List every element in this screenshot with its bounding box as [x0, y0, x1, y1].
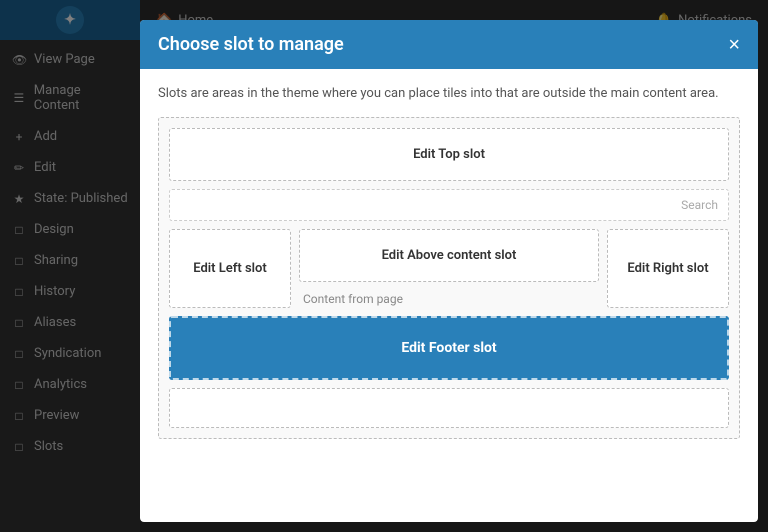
- slot-above-content[interactable]: Edit Above content slot: [299, 229, 599, 282]
- modal-body: Slots are areas in the theme where you c…: [140, 69, 758, 522]
- modal-close-button[interactable]: ×: [728, 35, 740, 55]
- slot-footer[interactable]: Edit Footer slot: [169, 316, 729, 380]
- slot-middle-row: Edit Left slot Edit Above content slot C…: [169, 229, 729, 308]
- slot-search: Search: [169, 189, 729, 221]
- slot-top[interactable]: Edit Top slot: [169, 128, 729, 181]
- slot-right[interactable]: Edit Right slot: [607, 229, 729, 308]
- modal-description: Slots are areas in the theme where you c…: [158, 85, 740, 103]
- slot-footer-row: Edit Footer slot: [169, 316, 729, 380]
- modal-header: Choose slot to manage ×: [140, 20, 758, 69]
- slot-layout: Edit Top slot Search Edit Left slot Edit…: [158, 117, 740, 439]
- slot-left-label: Edit Left slot: [193, 261, 267, 276]
- slot-right-label: Edit Right slot: [627, 261, 708, 276]
- slot-center-col: Edit Above content slot Content from pag…: [299, 229, 599, 308]
- modal: Choose slot to manage × Slots are areas …: [140, 20, 758, 522]
- slot-below-footer: [169, 388, 729, 428]
- modal-title: Choose slot to manage: [158, 34, 344, 55]
- slot-top-label: Edit Top slot: [413, 147, 485, 162]
- slot-left[interactable]: Edit Left slot: [169, 229, 291, 308]
- content-from-page-label: Content from page: [299, 290, 599, 308]
- slot-above-label: Edit Above content slot: [382, 248, 517, 263]
- slot-footer-label: Edit Footer slot: [401, 340, 496, 356]
- search-placeholder: Search: [681, 198, 718, 212]
